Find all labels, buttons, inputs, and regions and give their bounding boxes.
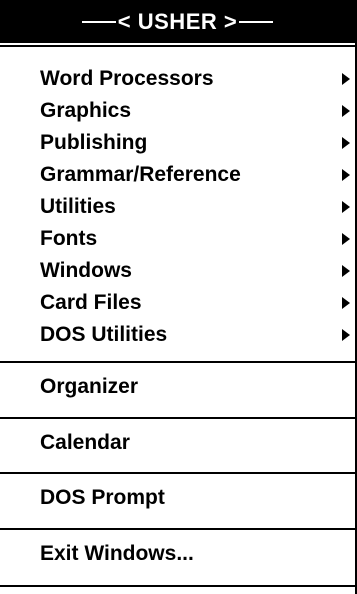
- menu-divider: [0, 45, 355, 47]
- menu-item-label: Calendar: [40, 431, 130, 454]
- menu-item-label: DOS Prompt: [40, 486, 165, 509]
- submenu-arrow-icon: [342, 297, 350, 309]
- menu-divider: [0, 472, 355, 474]
- menu-item-label: Organizer: [40, 375, 139, 398]
- menu-title-bar: < USHER >: [0, 0, 355, 43]
- menu-item-word-processors[interactable]: Word Processors: [40, 63, 350, 95]
- title-left-rule: [81, 20, 116, 23]
- submenu-arrow-icon: [342, 137, 350, 149]
- menu-item-label: Windows: [40, 259, 132, 282]
- menu-divider: [0, 361, 355, 363]
- menu-item-label: DOS Utilities: [40, 323, 168, 346]
- submenu-arrow-icon: [342, 169, 350, 181]
- menu-divider: [0, 585, 355, 587]
- menu-item-fonts[interactable]: Fonts: [40, 223, 350, 255]
- menu-item-exit-windows[interactable]: Exit Windows...: [40, 538, 350, 570]
- submenu-arrow-icon: [342, 73, 350, 85]
- submenu-arrow-icon: [342, 105, 350, 117]
- title-right-rule: [239, 20, 274, 23]
- menu-divider: [0, 417, 355, 419]
- menu-item-dos-utilities[interactable]: DOS Utilities: [40, 319, 350, 351]
- menu-title: < USHER >: [117, 8, 238, 34]
- menu-item-graphics[interactable]: Graphics: [40, 95, 350, 127]
- submenu-arrow-icon: [342, 265, 350, 277]
- menu-item-dos-prompt[interactable]: DOS Prompt: [40, 482, 350, 514]
- menu-item-utilities[interactable]: Utilities: [40, 191, 350, 223]
- menu-item-publishing[interactable]: Publishing: [40, 127, 350, 159]
- menu-item-card-files[interactable]: Card Files: [40, 287, 350, 319]
- menu-item-label: Word Processors: [40, 67, 214, 90]
- submenu-arrow-icon: [342, 329, 350, 341]
- menu-item-grammar-reference[interactable]: Grammar/Reference: [40, 159, 350, 191]
- menu-item-label: Exit Windows...: [40, 542, 194, 565]
- usher-menu: < USHER > Word Processors Graphics Publi…: [0, 0, 357, 594]
- menu-item-calendar[interactable]: Calendar: [40, 427, 350, 459]
- menu-item-label: Utilities: [40, 195, 116, 218]
- menu-item-label: Fonts: [40, 227, 98, 250]
- menu-item-windows[interactable]: Windows: [40, 255, 350, 287]
- menu-item-label: Card Files: [40, 291, 142, 314]
- submenu-arrow-icon: [342, 201, 350, 213]
- menu-item-label: Publishing: [40, 131, 148, 154]
- menu-item-label: Graphics: [40, 99, 132, 122]
- menu-item-label: Grammar/Reference: [40, 163, 241, 186]
- menu-divider: [0, 528, 355, 530]
- submenu-arrow-icon: [342, 233, 350, 245]
- menu-item-organizer[interactable]: Organizer: [40, 371, 350, 403]
